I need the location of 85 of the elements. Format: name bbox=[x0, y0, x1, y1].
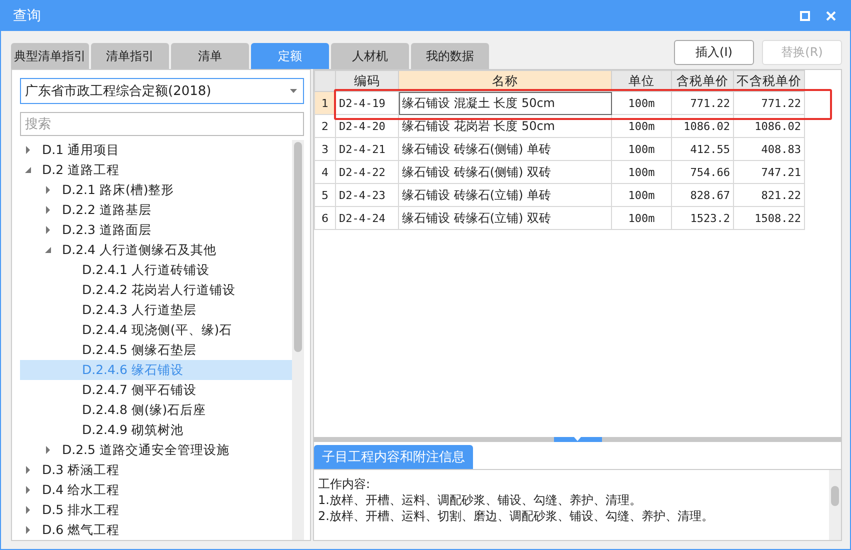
tree-item[interactable]: D.2.4.3 人行道垫层 bbox=[20, 300, 292, 320]
row-number[interactable]: 6 bbox=[314, 206, 336, 230]
expand-arrow-icon[interactable] bbox=[24, 506, 32, 514]
table-cell: 缘石铺设 砖缘石(立铺) 双砖 bbox=[398, 206, 612, 230]
table-cell: 412.55 bbox=[672, 138, 734, 160]
table-cell: 771.22 bbox=[672, 92, 734, 114]
detail-text: 2.放样、开槽、运料、切割、磨边、调配砂浆、铺设、勾缝、养护、清理。 bbox=[318, 508, 714, 524]
table-cell: D2-4-20 bbox=[336, 114, 398, 138]
table-cell: 100m bbox=[612, 160, 672, 184]
tree-item[interactable]: D.2.2 道路基层 bbox=[20, 200, 292, 220]
table-cell: 821.22 bbox=[734, 184, 804, 206]
tab[interactable]: 我的数据 bbox=[411, 43, 489, 69]
dropdown-arrow-icon bbox=[290, 89, 297, 93]
table-cell: 缘石铺设 花岗岩 长度 50cm bbox=[398, 114, 612, 138]
expand-arrow-icon[interactable] bbox=[24, 486, 32, 494]
detail-text: 1.放样、开槽、运料、调配砂浆、铺设、勾缝、养护、清理。 bbox=[318, 492, 642, 508]
tab[interactable]: 清单 bbox=[171, 43, 249, 69]
table-cell: D2-4-24 bbox=[336, 206, 398, 230]
expand-arrow-icon[interactable] bbox=[24, 146, 32, 154]
column-header[interactable]: 名称 bbox=[398, 70, 612, 92]
row-number[interactable]: 3 bbox=[314, 138, 336, 160]
tree-item[interactable]: D.5 排水工程 bbox=[20, 500, 292, 520]
tab[interactable]: 清单指引 bbox=[91, 43, 169, 69]
expand-arrow-icon[interactable] bbox=[44, 226, 52, 234]
expand-arrow-icon[interactable] bbox=[44, 446, 52, 454]
table-cell: 缘石铺设 砖缘石(侧铺) 单砖 bbox=[398, 138, 612, 160]
tree-item[interactable]: D.4 给水工程 bbox=[20, 480, 292, 500]
tree-item[interactable]: D.2.4.5 侧缘石垫层 bbox=[20, 340, 292, 360]
tree-item[interactable]: D.2 道路工程 bbox=[20, 160, 292, 180]
row-number[interactable]: 5 bbox=[314, 184, 336, 206]
expand-arrow-icon[interactable] bbox=[24, 466, 32, 474]
expand-arrow-icon[interactable] bbox=[24, 166, 32, 174]
library-dropdown[interactable]: 广东省市政工程综合定额(2018) bbox=[20, 78, 304, 104]
tree-item[interactable]: D.2.1 路床(槽)整形 bbox=[20, 180, 292, 200]
table-cell: 100m bbox=[612, 114, 672, 138]
tree-item[interactable]: D.3 桥涵工程 bbox=[20, 460, 292, 480]
tree-item[interactable]: D.2.3 道路面层 bbox=[20, 220, 292, 240]
collapse-arrow-icon[interactable] bbox=[574, 437, 581, 441]
tab[interactable]: 典型清单指引 bbox=[11, 43, 89, 69]
tree-item[interactable]: D.2.4.8 侧(缘)石后座 bbox=[20, 400, 292, 420]
tab[interactable]: 人材机 bbox=[331, 43, 409, 69]
table-cell: 1523.2 bbox=[672, 206, 734, 230]
table-cell: D2-4-23 bbox=[336, 184, 398, 206]
row-number[interactable]: 1 bbox=[314, 92, 336, 114]
table-cell: D2-4-21 bbox=[336, 138, 398, 160]
table-cell: D2-4-22 bbox=[336, 160, 398, 184]
tree-item[interactable]: D.2.4.1 人行道砖铺设 bbox=[20, 260, 292, 280]
expand-arrow-icon[interactable] bbox=[24, 526, 32, 534]
tree-item[interactable]: D.2.4.4 现浇侧(平、缘)石 bbox=[20, 320, 292, 340]
insert-button[interactable]: 插入(I) bbox=[674, 40, 754, 65]
window-title: 查询 bbox=[13, 7, 42, 25]
expand-arrow-icon[interactable] bbox=[44, 206, 52, 214]
table-cell: 1086.02 bbox=[734, 114, 804, 138]
table-cell: 1086.02 bbox=[672, 114, 734, 138]
table-cell: 1508.22 bbox=[734, 206, 804, 230]
search-field[interactable]: 搜索 bbox=[20, 112, 304, 136]
tree-item[interactable]: D.2.4.9 砌筑树池 bbox=[20, 420, 292, 440]
detail-text: 工作内容: bbox=[318, 476, 372, 492]
table-cell: 100m bbox=[612, 184, 672, 206]
tree-item[interactable]: D.1 通用项目 bbox=[20, 140, 292, 160]
scrollbar[interactable] bbox=[829, 470, 841, 540]
maximize-icon bbox=[800, 11, 810, 21]
table-cell: 754.66 bbox=[672, 160, 734, 184]
table-cell: 100m bbox=[612, 92, 672, 114]
table-cell: 408.83 bbox=[734, 138, 804, 160]
tree-item[interactable]: D.2.4.7 侧平石铺设 bbox=[20, 380, 292, 400]
table-cell: 缘石铺设 砖缘石(立铺) 单砖 bbox=[398, 184, 612, 206]
table-cell: D2-4-19 bbox=[336, 92, 398, 114]
table-cell: 缘石铺设 混凝土 长度 50cm bbox=[398, 92, 612, 114]
table-cell: 100m bbox=[612, 206, 672, 230]
table-cell: 747.21 bbox=[734, 160, 804, 184]
expand-arrow-icon[interactable] bbox=[44, 186, 52, 194]
table-cell: 缘石铺设 砖缘石(侧铺) 双砖 bbox=[398, 160, 612, 184]
tree-item[interactable]: D.2.5 道路交通安全管理设施 bbox=[20, 440, 292, 460]
tree-item[interactable]: D.6 燃气工程 bbox=[20, 520, 292, 540]
tree-item[interactable]: D.2.4.2 花岗岩人行道铺设 bbox=[20, 280, 292, 300]
row-number[interactable]: 4 bbox=[314, 160, 336, 184]
tree-item[interactable]: D.2.4 人行道侧缘石及其他 bbox=[20, 240, 292, 260]
row-number[interactable]: 2 bbox=[314, 114, 336, 138]
scrollbar[interactable] bbox=[292, 140, 304, 540]
table-cell: 100m bbox=[612, 138, 672, 160]
table-cell: 828.67 bbox=[672, 184, 734, 206]
expand-arrow-icon[interactable] bbox=[44, 246, 52, 254]
close-icon bbox=[826, 11, 836, 21]
table-cell: 771.22 bbox=[734, 92, 804, 114]
